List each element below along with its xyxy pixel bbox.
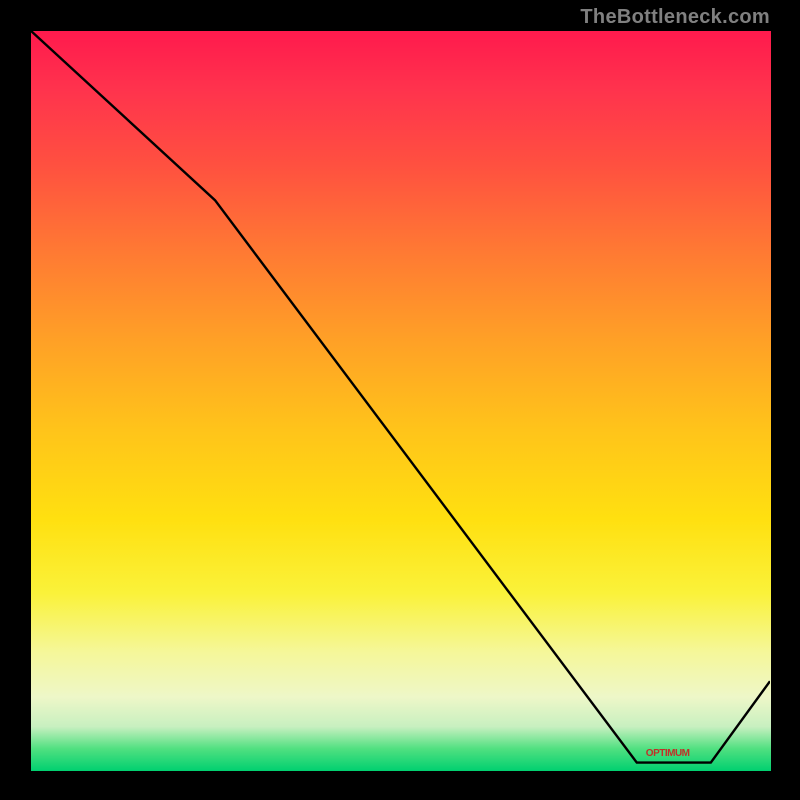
attribution-text: TheBottleneck.com <box>580 6 770 29</box>
chart-plot-area <box>30 30 772 772</box>
optimum-marker: OPTIMUM <box>646 748 690 759</box>
chart-container: TheBottleneck.com OPTIMUM <box>0 0 800 800</box>
